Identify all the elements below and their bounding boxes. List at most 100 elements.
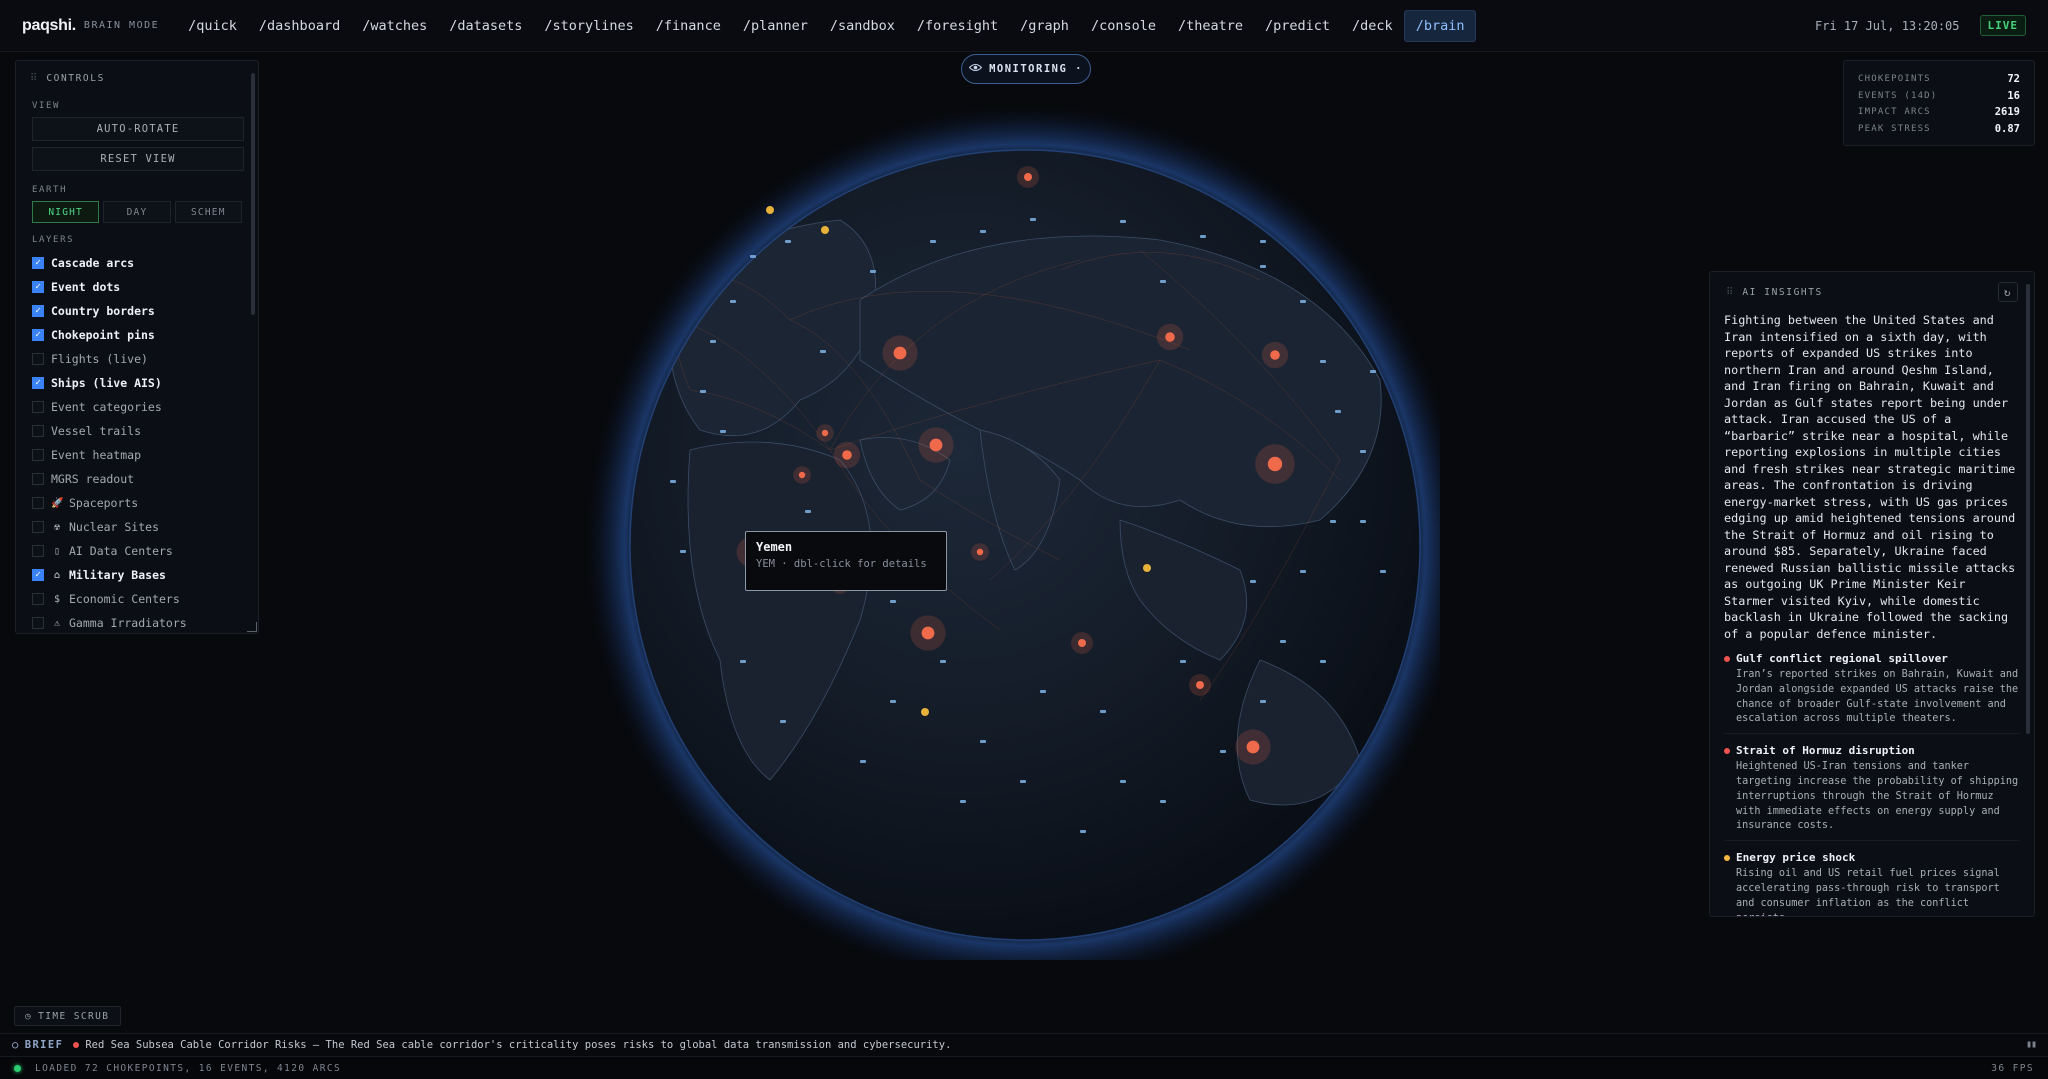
- layer-gamma-irradiators[interactable]: ⚠ Gamma Irradiators: [16, 611, 258, 633]
- globe-viewport[interactable]: [560, 100, 1465, 985]
- globe-svg[interactable]: [560, 100, 1465, 985]
- ship-marker: [1250, 580, 1256, 583]
- checkbox-checked-icon[interactable]: ✓: [32, 305, 44, 317]
- nav-finance[interactable]: /finance: [645, 11, 732, 41]
- event-hotspot[interactable]: [1267, 456, 1283, 472]
- nav-predict[interactable]: /predict: [1254, 11, 1341, 41]
- checkbox-unchecked-icon[interactable]: [32, 521, 44, 533]
- refresh-icon[interactable]: ↻: [1998, 282, 2018, 302]
- layer-military-bases[interactable]: ✓ ⌂ Military Bases: [16, 563, 258, 587]
- checkbox-checked-icon[interactable]: ✓: [32, 377, 44, 389]
- brand-logo[interactable]: paqshi.: [22, 17, 76, 35]
- pause-icon[interactable]: ▮▮: [2026, 1039, 2037, 1050]
- layer-chokepoint-pins[interactable]: ✓ Chokepoint pins: [16, 323, 258, 347]
- nav-console[interactable]: /console: [1080, 11, 1167, 41]
- nav-brain[interactable]: /brain: [1403, 9, 1477, 42]
- checkbox-unchecked-icon[interactable]: [32, 545, 44, 557]
- insights-list: Gulf conflict regional spillover Iran’s r…: [1710, 652, 2034, 916]
- nav-sandbox[interactable]: /sandbox: [819, 11, 906, 41]
- earth-mode-day[interactable]: DAY: [103, 201, 171, 223]
- checkbox-unchecked-icon[interactable]: [32, 593, 44, 605]
- country-tooltip: Yemen YEM · dbl-click for details: [745, 531, 947, 591]
- ship-marker: [1280, 640, 1286, 643]
- layer-ai-data-centers[interactable]: ▯ AI Data Centers: [16, 539, 258, 563]
- event-hotspot[interactable]: [1270, 350, 1280, 360]
- insight-item[interactable]: Gulf conflict regional spillover Iran’s r…: [1724, 652, 2020, 735]
- nav-planner[interactable]: /planner: [732, 11, 819, 41]
- event-hotspot[interactable]: [821, 429, 829, 437]
- checkbox-unchecked-icon[interactable]: [32, 353, 44, 365]
- layer-country-borders[interactable]: ✓ Country borders: [16, 299, 258, 323]
- layer-ships-live-ais[interactable]: ✓ Ships (live AIS): [16, 371, 258, 395]
- insight-item[interactable]: Strait of Hormuz disruption Heightened US…: [1724, 744, 2020, 842]
- layer-economic-centers[interactable]: $ Economic Centers: [16, 587, 258, 611]
- event-hotspot[interactable]: [1196, 681, 1204, 689]
- controls-header[interactable]: ⠿ CONTROLS: [16, 61, 258, 95]
- event-hotspot[interactable]: [1246, 740, 1260, 754]
- controls-resize-handle[interactable]: [247, 622, 257, 632]
- nav-quick[interactable]: /quick: [177, 11, 248, 41]
- nav-deck[interactable]: /deck: [1341, 11, 1404, 41]
- layer-event-categories[interactable]: Event categories: [16, 395, 258, 419]
- insights-scrollbar[interactable]: [2026, 284, 2030, 734]
- insights-header[interactable]: ⠿ AI INSIGHTS ↻: [1710, 272, 2034, 312]
- layer-flights-live[interactable]: Flights (live): [16, 347, 258, 371]
- time-scrub-button[interactable]: ◷ TIME SCRUB: [14, 1006, 121, 1026]
- event-hotspot[interactable]: [798, 471, 806, 479]
- checkbox-unchecked-icon[interactable]: [32, 425, 44, 437]
- event-hotspot[interactable]: [976, 548, 984, 556]
- checkbox-unchecked-icon[interactable]: [32, 617, 44, 629]
- earth-mode-night[interactable]: NIGHT: [32, 201, 100, 223]
- layer-event-heatmap[interactable]: Event heatmap: [16, 443, 258, 467]
- event-hotspot[interactable]: [1165, 332, 1175, 342]
- drag-handle-icon[interactable]: ⠿: [30, 73, 37, 84]
- layer-nuclear-sites[interactable]: ☢ Nuclear Sites: [16, 515, 258, 539]
- layer-event-dots[interactable]: ✓ Event dots: [16, 275, 258, 299]
- monitoring-mode-button[interactable]: MONITORING ·: [961, 54, 1091, 84]
- checkbox-checked-icon[interactable]: ✓: [32, 329, 44, 341]
- checkbox-unchecked-icon[interactable]: [32, 449, 44, 461]
- checkbox-unchecked-icon[interactable]: [32, 473, 44, 485]
- ship-marker: [1320, 660, 1326, 663]
- insight-item[interactable]: Energy price shock Rising oil and US reta…: [1724, 851, 2020, 916]
- layer-vessel-trails[interactable]: Vessel trails: [16, 419, 258, 443]
- chokepoint-pin[interactable]: [766, 206, 774, 214]
- event-hotspot[interactable]: [893, 346, 907, 360]
- event-hotspot[interactable]: [1024, 173, 1032, 181]
- checkbox-unchecked-icon[interactable]: [32, 401, 44, 413]
- nav-datasets[interactable]: /datasets: [438, 11, 533, 41]
- event-hotspot[interactable]: [1078, 639, 1086, 647]
- chokepoint-pin[interactable]: [921, 708, 929, 716]
- layer-cascade-arcs[interactable]: ✓ Cascade arcs: [16, 251, 258, 275]
- ship-marker: [1220, 750, 1226, 753]
- ship-marker: [860, 760, 866, 763]
- event-hotspot[interactable]: [921, 626, 935, 640]
- checkbox-unchecked-icon[interactable]: [32, 497, 44, 509]
- layer-mgrs-readout[interactable]: MGRS readout: [16, 467, 258, 491]
- checkbox-checked-icon[interactable]: ✓: [32, 569, 44, 581]
- reset-view-button[interactable]: RESET VIEW: [32, 147, 244, 171]
- layer-label: Event heatmap: [51, 448, 142, 462]
- nav-foresight[interactable]: /foresight: [906, 11, 1009, 41]
- checkbox-checked-icon[interactable]: ✓: [32, 281, 44, 293]
- earth-mode-schem[interactable]: SCHEM: [174, 201, 242, 223]
- controls-scrollbar[interactable]: [251, 73, 255, 315]
- ship-marker: [1200, 235, 1206, 238]
- drag-handle-icon[interactable]: ⠿: [1726, 287, 1733, 298]
- checkbox-checked-icon[interactable]: ✓: [32, 257, 44, 269]
- event-hotspot[interactable]: [842, 450, 852, 460]
- chokepoint-pin[interactable]: [821, 226, 829, 234]
- ship-marker: [780, 720, 786, 723]
- nav-graph[interactable]: /graph: [1009, 11, 1080, 41]
- nav-theatre[interactable]: /theatre: [1167, 11, 1254, 41]
- stat-row: IMPACT ARCS 2619: [1858, 104, 2020, 121]
- layer-spaceports[interactable]: 🚀 Spaceports: [16, 491, 258, 515]
- brief-text[interactable]: Red Sea Subsea Cable Corridor Risks — Th…: [85, 1039, 951, 1051]
- layer-label: Event dots: [51, 280, 121, 294]
- event-hotspot[interactable]: [929, 438, 943, 452]
- nav-watches[interactable]: /watches: [351, 11, 438, 41]
- nav-storylines[interactable]: /storylines: [533, 11, 644, 41]
- nav-dashboard[interactable]: /dashboard: [248, 11, 351, 41]
- auto-rotate-button[interactable]: AUTO-ROTATE: [32, 117, 244, 141]
- chokepoint-pin[interactable]: [1143, 564, 1151, 572]
